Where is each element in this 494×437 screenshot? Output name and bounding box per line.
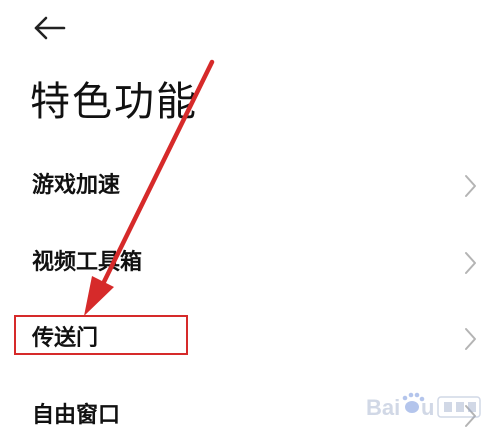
- page-title: 特色功能: [30, 79, 198, 125]
- settings-screen: 特色功能 游戏加速 视频工具箱 传送门 自由窗口 Bai u: [0, 0, 494, 437]
- arrow-left-icon: [34, 16, 66, 40]
- menu-item-label: 传送门: [32, 326, 99, 351]
- chevron-right-icon: [465, 405, 476, 427]
- menu-item-video-toolbox[interactable]: 视频工具箱: [0, 233, 494, 293]
- menu-item-label: 游戏加速: [32, 173, 121, 198]
- menu-item-portal[interactable]: 传送门: [0, 309, 494, 369]
- annotation-arrow-icon: [84, 59, 215, 316]
- back-button[interactable]: [30, 12, 70, 44]
- chevron-right-icon: [465, 328, 476, 350]
- menu-item-game-boost[interactable]: 游戏加速: [0, 156, 494, 216]
- chevron-right-icon: [465, 252, 476, 274]
- menu-item-label: 视频工具箱: [32, 250, 143, 275]
- chevron-right-icon: [465, 175, 476, 197]
- menu-item-free-window[interactable]: 自由窗口: [0, 386, 494, 437]
- menu-item-label: 自由窗口: [32, 403, 121, 428]
